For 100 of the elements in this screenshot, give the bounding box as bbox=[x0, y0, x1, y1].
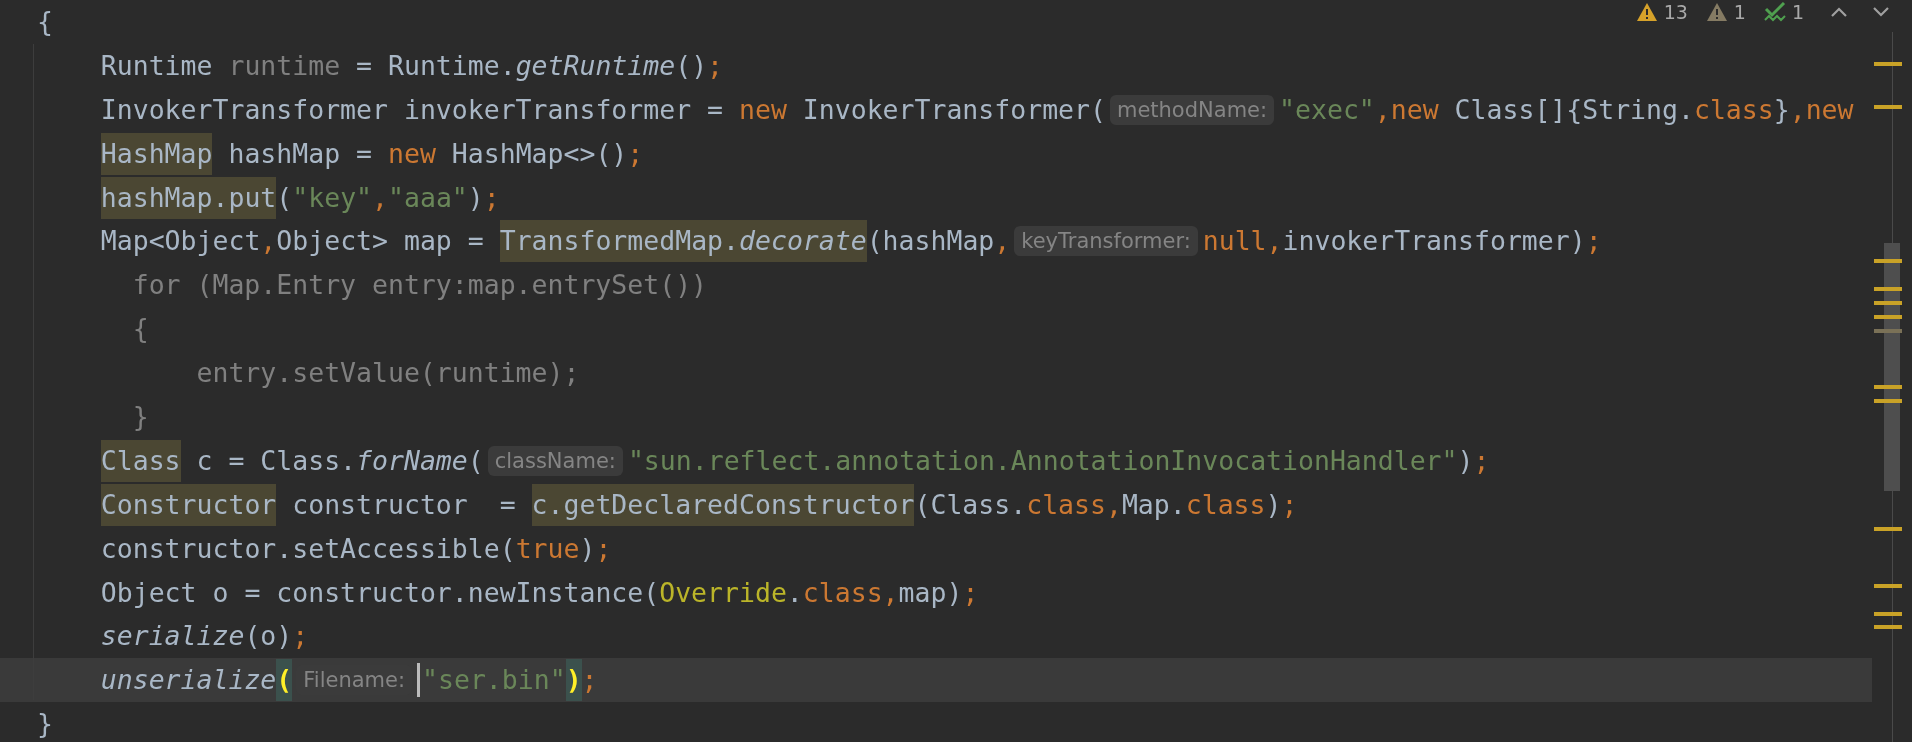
code-text: { bbox=[132, 312, 149, 347]
code-text: , bbox=[994, 224, 1011, 259]
code-text: true bbox=[515, 531, 580, 566]
error-stripe-mark[interactable] bbox=[1874, 584, 1902, 588]
text-cursor bbox=[417, 663, 421, 698]
code-text: () bbox=[675, 48, 708, 83]
code-text: entry.setValue(runtime); bbox=[196, 356, 580, 391]
highlighted-code: Class bbox=[100, 439, 181, 482]
code-text: ,new bbox=[1374, 92, 1439, 127]
code-text: Class[]{String. bbox=[1453, 92, 1694, 127]
code-text: Map<Object bbox=[100, 224, 261, 259]
error-stripe-mark[interactable] bbox=[1874, 625, 1902, 629]
code-text: InvokerTransformer( bbox=[801, 92, 1106, 127]
code-text: ; bbox=[483, 180, 500, 215]
error-stripe-mark[interactable] bbox=[1874, 399, 1902, 403]
code-text: Object> map = bbox=[276, 224, 485, 259]
parameter-hint: className: bbox=[487, 445, 623, 476]
error-stripe-mark[interactable] bbox=[1874, 385, 1902, 389]
highlighted-code: hashMap.put bbox=[100, 176, 277, 219]
check-squiggle-icon bbox=[1763, 2, 1786, 22]
code-text: null, bbox=[1202, 224, 1283, 259]
code-text: (hashMap bbox=[866, 224, 995, 259]
parameter-hint: methodName: bbox=[1109, 94, 1275, 125]
code-text: constructor = bbox=[291, 487, 517, 522]
code-text: "key" bbox=[292, 180, 373, 215]
code-text: , bbox=[260, 224, 277, 259]
code-text: ) bbox=[579, 531, 596, 566]
code-text: runtime bbox=[228, 48, 341, 83]
code-text: ( bbox=[467, 443, 484, 478]
error-stripe-mark[interactable] bbox=[1874, 105, 1902, 109]
code-text: hashMap = bbox=[227, 136, 374, 171]
code-text: "sun.reflect.annotation.AnnotationInvocationHandler" bbox=[627, 443, 1458, 478]
matched-brace: ) bbox=[565, 659, 582, 702]
error-stripe-mark[interactable] bbox=[1874, 287, 1902, 291]
code-text: "ser.bin" bbox=[422, 663, 566, 698]
code-text: "exec" bbox=[1279, 92, 1375, 127]
code-text: invokerTransformer) bbox=[1282, 224, 1586, 259]
error-stripe-mark[interactable] bbox=[1874, 301, 1902, 305]
code-text: class, bbox=[802, 575, 899, 610]
error-stripe-mark[interactable] bbox=[1874, 62, 1902, 66]
code-text: } bbox=[132, 399, 149, 434]
error-stripe-mark[interactable] bbox=[1874, 315, 1902, 319]
code-text: InvokerTransformer invokerTransformer = bbox=[100, 92, 725, 127]
code-text: Object o = constructor.newInstance( bbox=[100, 575, 660, 610]
code-text: . bbox=[786, 575, 803, 610]
code-text: ) bbox=[1457, 443, 1474, 478]
code-text: ; bbox=[627, 136, 644, 171]
error-stripe-mark[interactable] bbox=[1874, 612, 1902, 616]
code-text: class bbox=[1693, 92, 1774, 127]
code-text: class, bbox=[1026, 487, 1122, 522]
code-text: ( bbox=[276, 180, 293, 215]
matched-brace: ( bbox=[276, 659, 293, 702]
code-text: Map. bbox=[1121, 487, 1186, 522]
highlighted-code: Constructor bbox=[100, 483, 277, 526]
code-text: map) bbox=[898, 575, 963, 610]
code-text: unserialize bbox=[100, 663, 277, 698]
code-text: getRuntime bbox=[515, 48, 676, 83]
code-text: ; bbox=[707, 48, 724, 83]
code-text: Runtime bbox=[100, 48, 214, 83]
code-text: for (Map.Entry entry:map.entrySet()) bbox=[132, 268, 708, 303]
highlighted-code: HashMap bbox=[100, 132, 213, 175]
highlighted-code: c.getDeclaredConstructor bbox=[531, 483, 915, 526]
highlighted-code: TransformedMap. bbox=[499, 220, 739, 263]
code-text: new bbox=[388, 136, 436, 171]
code-text: ; bbox=[962, 575, 979, 610]
code-text: , bbox=[372, 180, 388, 215]
error-stripe-mark[interactable] bbox=[1874, 259, 1902, 263]
chevron-down-icon[interactable] bbox=[1872, 6, 1890, 18]
code-text: c = Class. bbox=[195, 443, 357, 478]
code-text: ) bbox=[467, 180, 484, 215]
code-text: constructor.setAccessible( bbox=[100, 531, 516, 566]
error-stripe-mark[interactable] bbox=[1874, 329, 1902, 333]
code-text: ) bbox=[1265, 487, 1282, 522]
highlighted-code: decorate bbox=[739, 220, 867, 263]
code-text: ; bbox=[1281, 487, 1298, 522]
problem-count[interactable]: 1 bbox=[1733, 1, 1746, 23]
code-text: ; bbox=[292, 619, 309, 654]
code-text: Override bbox=[659, 575, 787, 610]
code-text: ; bbox=[1585, 224, 1602, 259]
chevron-up-icon[interactable] bbox=[1830, 6, 1848, 18]
code-text: class bbox=[1185, 487, 1266, 522]
code-text: ; bbox=[1473, 443, 1490, 478]
code-text: ; bbox=[581, 663, 598, 698]
code-text: (Class. bbox=[914, 487, 1027, 522]
code-text: (o) bbox=[244, 619, 293, 654]
code-text: } bbox=[37, 707, 53, 742]
code-text: "aaa" bbox=[388, 180, 468, 215]
code-text: forName bbox=[356, 443, 468, 478]
code-text: ,new bbox=[1789, 92, 1854, 127]
parameter-hint: keyTransformer: bbox=[1014, 226, 1198, 257]
problem-count[interactable]: 1 bbox=[1791, 1, 1804, 23]
code-text: } bbox=[1773, 92, 1790, 127]
code-text: = Runtime. bbox=[355, 48, 516, 83]
code-text: new bbox=[739, 92, 787, 127]
problem-count[interactable]: 13 bbox=[1663, 1, 1688, 23]
error-stripe-mark[interactable] bbox=[1874, 527, 1902, 531]
code-text: ; bbox=[595, 531, 612, 566]
code-text: HashMap<>() bbox=[450, 136, 628, 171]
code-text: serialize bbox=[100, 619, 245, 654]
code-text: { bbox=[37, 4, 53, 39]
